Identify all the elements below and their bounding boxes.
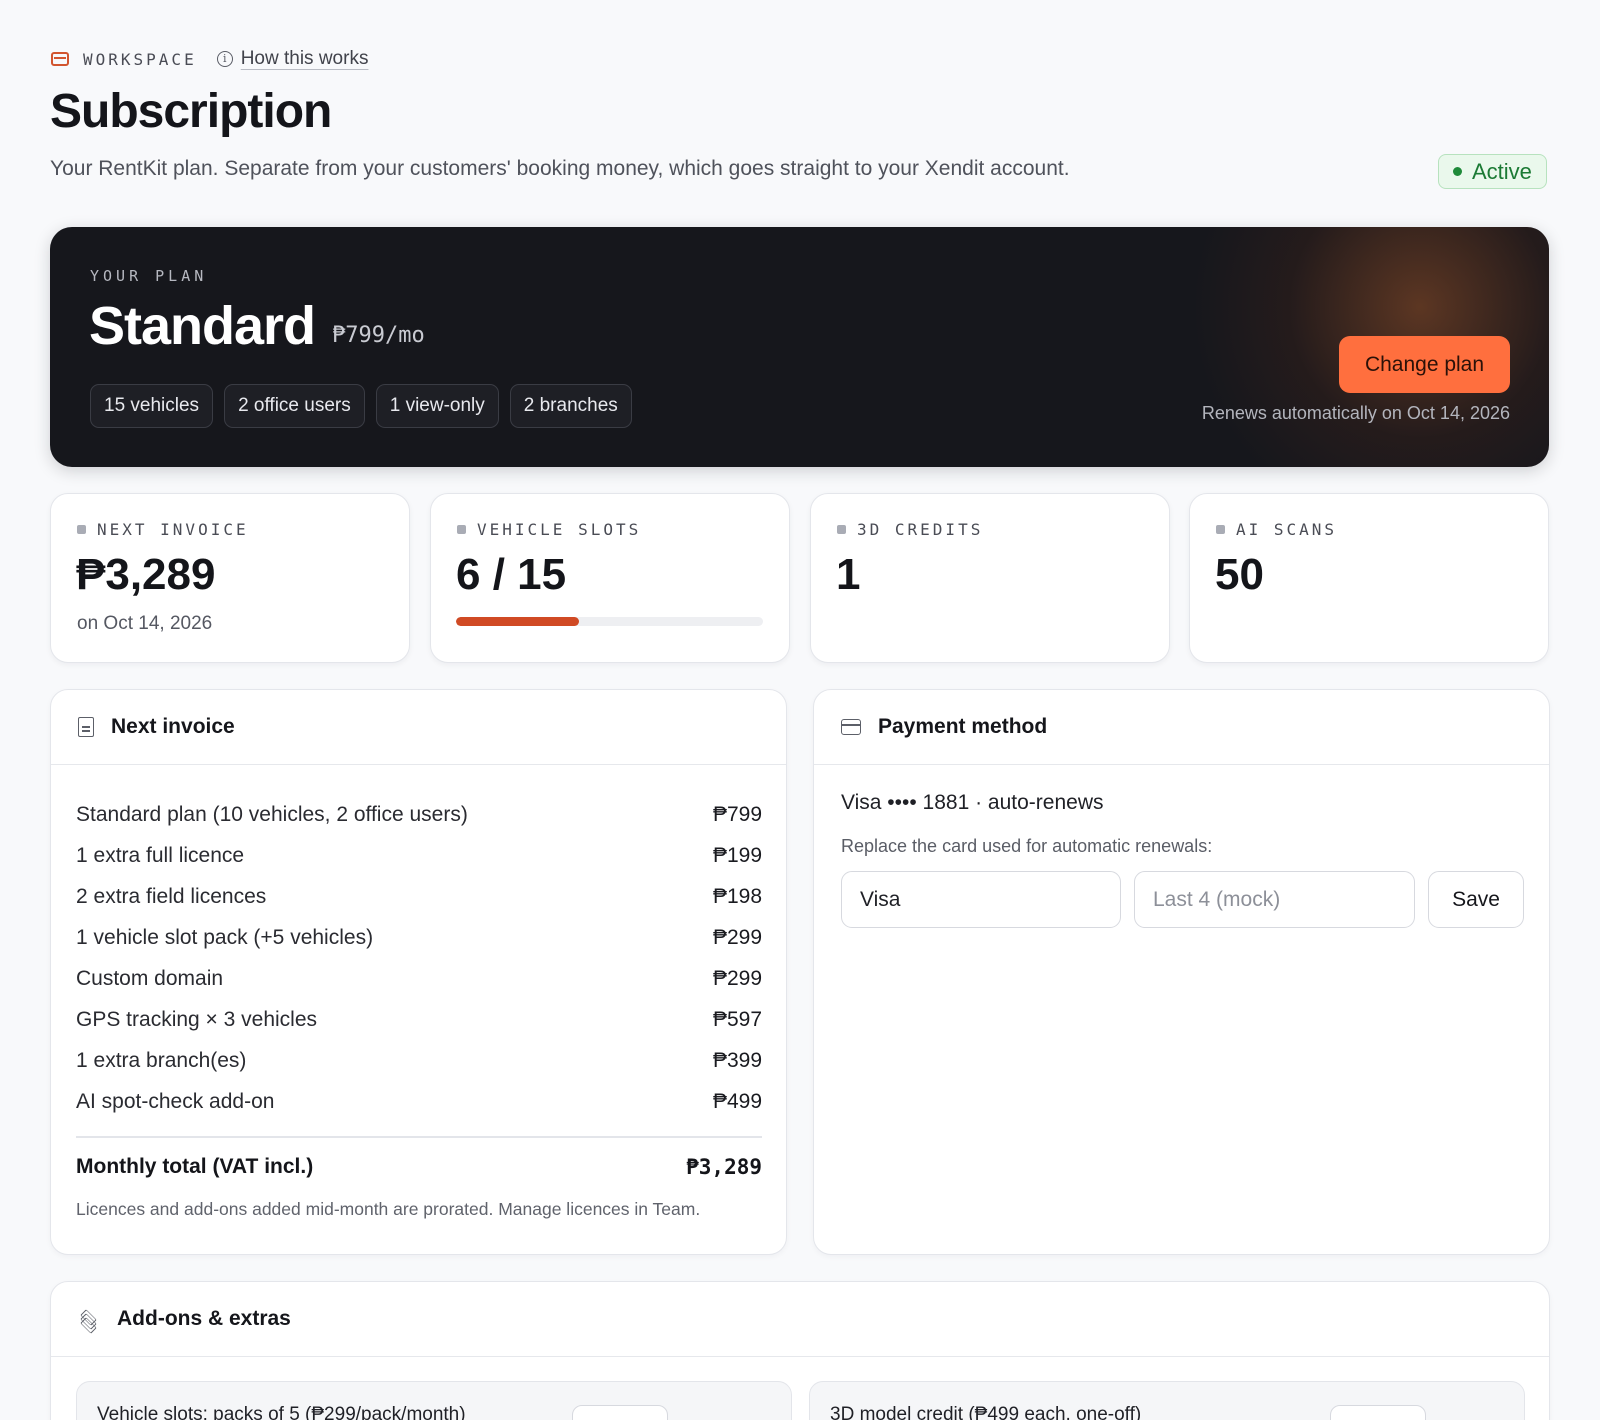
invoice-line-amount: ₱597 bbox=[712, 1007, 762, 1031]
plan-eyebrow: YOUR PLAN bbox=[90, 267, 208, 285]
invoice-line-label: 1 extra full licence bbox=[76, 843, 245, 867]
invoice-note: Licences and add-ons added mid-month are… bbox=[76, 1199, 701, 1219]
addon-quantity-control[interactable] bbox=[1330, 1405, 1426, 1420]
panel-header: Next invoice bbox=[51, 690, 786, 765]
square-bullet-icon bbox=[1216, 525, 1225, 534]
invoice-line-amount: ₱799 bbox=[712, 802, 762, 826]
addon-quantity-control[interactable] bbox=[572, 1405, 668, 1420]
layers-icon bbox=[78, 1308, 100, 1334]
invoice-line-row: AI spot-check add-on ₱499 bbox=[76, 1081, 762, 1122]
total-label: Monthly total (VAT incl.) bbox=[76, 1155, 314, 1178]
square-bullet-icon bbox=[77, 525, 86, 534]
invoice-line-label: GPS tracking × 3 vehicles bbox=[76, 1007, 318, 1031]
invoice-line-label: AI spot-check add-on bbox=[76, 1089, 275, 1113]
progress-fill bbox=[456, 617, 579, 626]
vehicle-slots-progress bbox=[456, 617, 763, 626]
invoice-line-amount: ₱299 bbox=[712, 925, 762, 949]
stat-label: AI SCANS bbox=[1216, 520, 1337, 539]
invoice-line-row: Custom domain ₱299 bbox=[76, 958, 762, 999]
how-this-works-link[interactable]: How this works bbox=[241, 48, 369, 70]
invoice-line-row: 1 vehicle slot pack (+5 vehicles) ₱299 bbox=[76, 917, 762, 958]
addon-3d-credit: 3D model credit (₱499 each, one-off) bbox=[809, 1381, 1525, 1420]
next-invoice-panel: Next invoice Standard plan (10 vehicles,… bbox=[50, 689, 787, 1255]
stat-card-3d-credits: 3D CREDITS 1 bbox=[810, 493, 1170, 663]
plan-features: 15 vehicles 2 office users 1 view-only 2… bbox=[90, 384, 632, 428]
plan-card: YOUR PLAN Standard ₱799/mo 15 vehicles 2… bbox=[50, 227, 1549, 467]
invoice-total-row: Monthly total (VAT incl.) ₱3,289 bbox=[76, 1155, 762, 1179]
plan-price: ₱799/mo bbox=[332, 323, 425, 348]
invoice-line-label: 1 extra branch(es) bbox=[76, 1048, 247, 1072]
current-card: Visa •••• 1881 · auto-renews bbox=[841, 791, 1104, 814]
addons-panel: Add-ons & extras Vehicle slots: packs of… bbox=[50, 1281, 1550, 1420]
feature-chip-office-users: 2 office users bbox=[224, 384, 365, 428]
square-bullet-icon bbox=[457, 525, 466, 534]
invoice-line-label: 2 extra field licences bbox=[76, 884, 267, 908]
page-title: Subscription bbox=[50, 85, 332, 138]
renewal-text: Renews automatically on Oct 14, 2026 bbox=[1201, 403, 1510, 423]
invoice-line-amount: ₱198 bbox=[712, 884, 762, 908]
invoice-line-row: 2 extra field licences ₱198 bbox=[76, 876, 762, 917]
panel-header: Payment method bbox=[814, 690, 1549, 765]
invoice-line-row: 1 extra full licence ₱199 bbox=[76, 835, 762, 876]
workspace-label: WORKSPACE bbox=[83, 49, 197, 69]
stat-label: 3D CREDITS bbox=[837, 520, 983, 539]
card-last4-input[interactable] bbox=[1134, 871, 1415, 928]
status-label: Active bbox=[1472, 158, 1532, 184]
panel-title: Payment method bbox=[878, 715, 1048, 738]
change-plan-button[interactable]: Change plan bbox=[1339, 336, 1510, 393]
addon-vehicle-slots: Vehicle slots: packs of 5 (₱299/pack/mon… bbox=[76, 1381, 792, 1420]
feature-chip-vehicles: 15 vehicles bbox=[90, 384, 214, 428]
stat-value: 6 / 15 bbox=[456, 550, 567, 599]
panel-header: Add-ons & extras bbox=[51, 1282, 1549, 1357]
feature-chip-view-only: 1 view-only bbox=[375, 384, 499, 428]
stat-label: NEXT INVOICE bbox=[77, 520, 249, 539]
stat-value: 1 bbox=[836, 550, 861, 599]
invoice-line-label: 1 vehicle slot pack (+5 vehicles) bbox=[76, 925, 374, 949]
panel-title: Next invoice bbox=[111, 715, 235, 738]
panel-title: Add-ons & extras bbox=[117, 1307, 291, 1330]
workspace-card-icon bbox=[51, 52, 69, 66]
addon-label: Vehicle slots: packs of 5 (₱299/pack/mon… bbox=[97, 1404, 466, 1420]
save-card-button[interactable]: Save bbox=[1428, 871, 1524, 928]
stat-subtext: on Oct 14, 2026 bbox=[77, 613, 213, 634]
invoice-lines: Standard plan (10 vehicles, 2 office use… bbox=[76, 794, 762, 1122]
payment-help: Replace the card used for automatic rene… bbox=[841, 836, 1213, 856]
card-brand-input[interactable] bbox=[841, 871, 1121, 928]
total-amount: ₱3,289 bbox=[686, 1155, 762, 1179]
addon-label: 3D model credit (₱499 each, one-off) bbox=[830, 1404, 1142, 1420]
plan-name: Standard bbox=[89, 296, 316, 356]
invoice-line-row: Standard plan (10 vehicles, 2 office use… bbox=[76, 794, 762, 835]
invoice-line-amount: ₱199 bbox=[712, 843, 762, 867]
square-bullet-icon bbox=[837, 525, 846, 534]
stat-card-ai-scans: AI SCANS 50 bbox=[1189, 493, 1549, 663]
breadcrumb: WORKSPACE i How this works bbox=[51, 47, 368, 71]
total-divider bbox=[76, 1136, 762, 1138]
invoice-line-amount: ₱499 bbox=[712, 1089, 762, 1113]
stat-value: 50 bbox=[1215, 550, 1264, 599]
stat-card-vehicle-slots: VEHICLE SLOTS 6 / 15 bbox=[430, 493, 790, 663]
payment-method-panel: Payment method Visa •••• 1881 · auto-ren… bbox=[813, 689, 1550, 1255]
stat-card-next-invoice: NEXT INVOICE ₱3,289 on Oct 14, 2026 bbox=[50, 493, 410, 663]
invoice-line-label: Custom domain bbox=[76, 966, 224, 990]
page-subtitle: Your RentKit plan. Separate from your cu… bbox=[50, 157, 1070, 180]
invoice-line-row: 1 extra branch(es) ₱399 bbox=[76, 1040, 762, 1081]
status-badge: Active bbox=[1438, 154, 1547, 189]
stat-label: VEHICLE SLOTS bbox=[457, 520, 641, 539]
invoice-line-row: GPS tracking × 3 vehicles ₱597 bbox=[76, 999, 762, 1040]
document-icon bbox=[78, 717, 94, 737]
info-icon: i bbox=[216, 51, 233, 67]
invoice-line-label: Standard plan (10 vehicles, 2 office use… bbox=[76, 802, 468, 826]
stat-value: ₱3,289 bbox=[76, 550, 216, 599]
credit-card-icon bbox=[841, 719, 861, 735]
feature-chip-branches: 2 branches bbox=[509, 384, 632, 428]
invoice-line-amount: ₱399 bbox=[712, 1048, 762, 1072]
status-dot-icon bbox=[1453, 167, 1462, 176]
invoice-line-amount: ₱299 bbox=[712, 966, 762, 990]
